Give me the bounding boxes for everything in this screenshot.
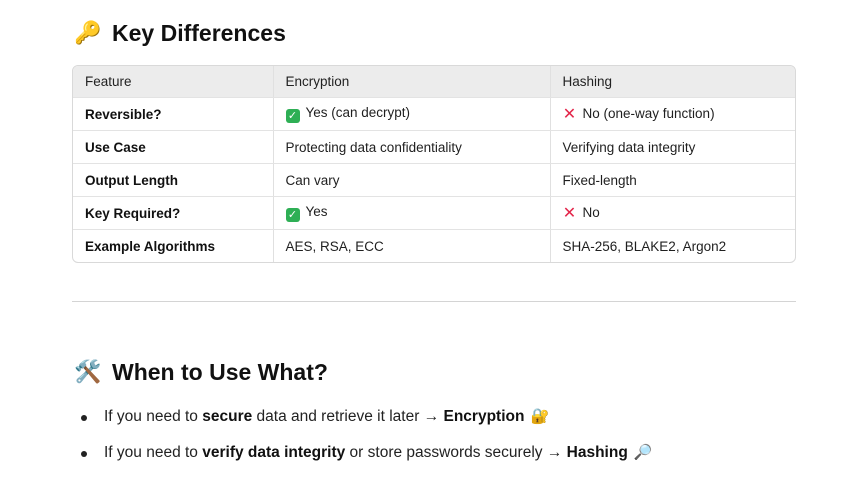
cell-hashing-text: SHA-256, BLAKE2, Argon2	[562, 238, 727, 254]
cell-encryption-text: AES, RSA, ECC	[285, 238, 384, 254]
cell-hashing: Fixed-length	[550, 163, 795, 197]
check-icon: ✓	[285, 208, 300, 222]
when-to-use-heading: 🛠️ When to Use What?	[74, 358, 328, 386]
cell-hashing: ✕ No	[550, 196, 795, 230]
cell-encryption: Can vary	[273, 163, 551, 197]
bullet-text: or store passwords securely →	[345, 444, 567, 461]
cell-encryption: ✓ Yes	[273, 196, 551, 230]
cross-icon: ✕	[562, 106, 577, 123]
when-to-use-title: When to Use What?	[112, 359, 328, 385]
cell-feature-text: Example Algorithms	[85, 238, 216, 254]
cross-icon: ✕	[562, 205, 577, 222]
table-row: Use Case Protecting data confidentiality V…	[73, 130, 795, 164]
table-row: Output Length Can vary Fixed-length	[73, 163, 795, 197]
bullet-text: If you need to	[104, 444, 203, 461]
cell-encryption-text: Yes (can decrypt)	[305, 105, 411, 120]
list-item: If you need to verify data integrity or …	[74, 434, 652, 470]
cell-hashing: SHA-256, BLAKE2, Argon2	[550, 230, 795, 263]
magnifier-icon: 🔎	[633, 444, 653, 461]
cell-hashing-text: Verifying data integrity	[562, 139, 696, 155]
lock-icon: 🔐	[530, 408, 550, 425]
check-icon: ✓	[285, 109, 300, 123]
cell-feature: Use Case	[73, 130, 274, 164]
bullet-bold: Encryption	[443, 408, 525, 425]
cell-encryption-text: Protecting data confidentiality	[285, 139, 462, 155]
cell-hashing-text: Fixed-length	[562, 172, 637, 188]
cell-hashing-text: No	[582, 205, 600, 220]
table-row: Reversible? ✓ Yes (can decrypt) ✕ No (one-wa…	[73, 97, 795, 131]
comparison-table: Feature Encryption Hashing Reversible? ✓ Y…	[72, 65, 796, 263]
section-divider	[72, 301, 796, 302]
cell-feature: Reversible?	[73, 97, 274, 131]
cell-hashing: Verifying data integrity	[550, 130, 795, 164]
key-differences-heading: 🔑 Key Differences	[74, 19, 286, 47]
cell-feature: Key Required?	[73, 196, 274, 230]
bullet-bold: Hashing	[566, 444, 628, 461]
cell-feature: Output Length	[73, 163, 274, 197]
cell-encryption-text: Can vary	[285, 172, 340, 188]
cell-encryption-text: Yes	[305, 204, 328, 219]
cell-feature-text: Reversible?	[85, 106, 162, 122]
header-hashing: Hashing	[550, 66, 795, 98]
cell-encryption: ✓ Yes (can decrypt)	[273, 97, 551, 131]
bullet-bold: verify data integrity	[202, 444, 346, 461]
table-header-row: Feature Encryption Hashing	[73, 66, 795, 98]
key-icon: 🔑	[74, 20, 102, 45]
cell-feature-text: Output Length	[85, 172, 178, 188]
bullet-text: data and retrieve it later →	[252, 408, 444, 425]
bullet-bold: secure	[202, 408, 253, 425]
table-row: Key Required? ✓ Yes ✕ No	[73, 196, 795, 230]
usage-list: If you need to secure data and retrieve …	[74, 398, 652, 470]
cell-feature-text: Key Required?	[85, 205, 181, 221]
cell-feature: Example Algorithms	[73, 229, 274, 262]
table-row: Example Algorithms AES, RSA, ECC SHA-256, …	[73, 229, 795, 263]
list-item: If you need to secure data and retrieve …	[74, 398, 652, 434]
header-encryption: Encryption	[273, 66, 551, 98]
bullet-text: If you need to	[104, 408, 203, 425]
key-differences-title: Key Differences	[112, 20, 286, 46]
header-feature: Feature	[73, 66, 274, 98]
cell-encryption: Protecting data confidentiality	[273, 130, 551, 164]
hammer-and-wrench-icon: 🛠️	[74, 359, 102, 384]
cell-hashing-text: No (one-way function)	[582, 106, 715, 121]
cell-feature-text: Use Case	[85, 139, 146, 155]
cell-hashing: ✕ No (one-way function)	[550, 97, 795, 131]
cell-encryption: AES, RSA, ECC	[273, 229, 551, 262]
